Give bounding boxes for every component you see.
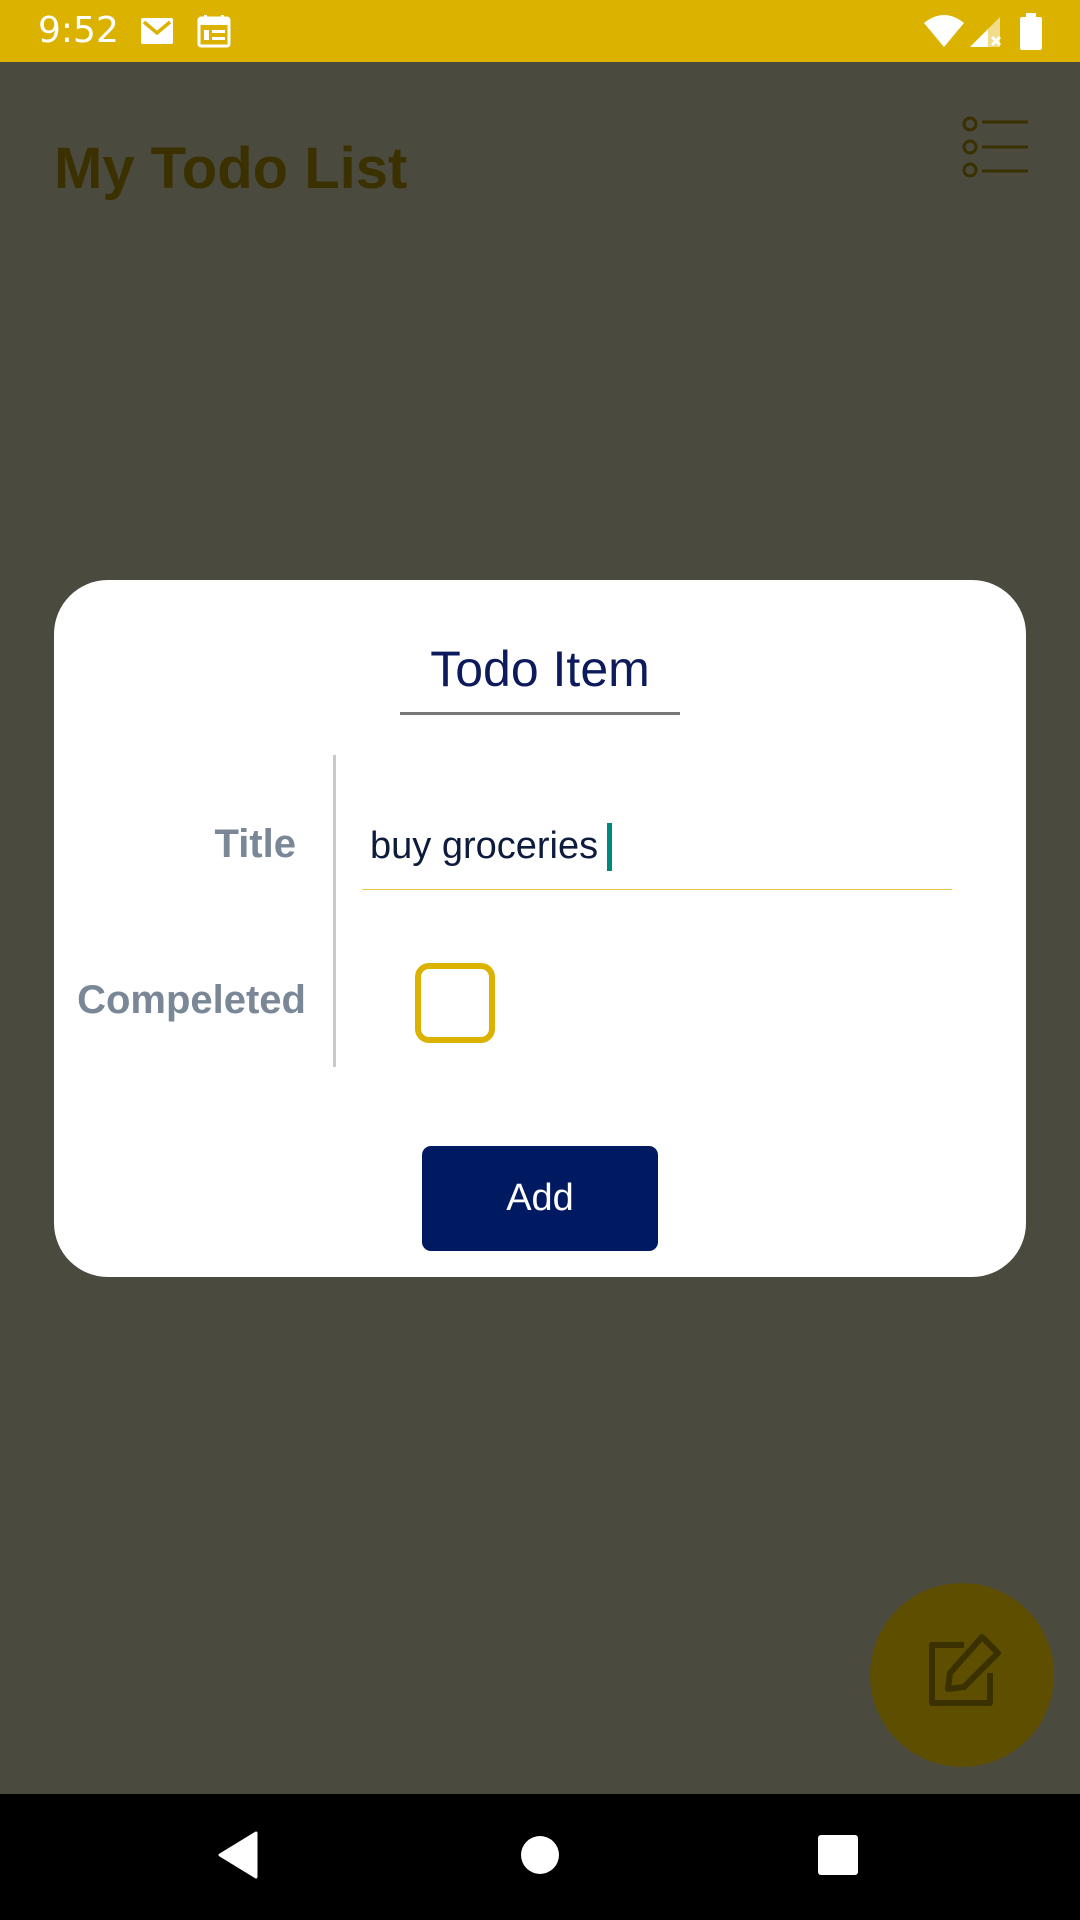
home-icon: [520, 1835, 560, 1880]
navigation-bar: [0, 1794, 1080, 1920]
wifi-icon: [922, 13, 966, 54]
recents-icon: [817, 1834, 859, 1881]
home-button[interactable]: [480, 1794, 600, 1920]
text-cursor: [607, 822, 613, 871]
page-title: My Todo List: [54, 136, 408, 201]
battery-icon: [1018, 13, 1044, 56]
add-button[interactable]: Add: [422, 1146, 658, 1251]
title-input[interactable]: buy groceries: [362, 804, 952, 890]
gmail-icon: [139, 13, 175, 54]
dialog-title-underline: [400, 712, 680, 715]
completed-checkbox[interactable]: [415, 963, 495, 1043]
edit-icon: [920, 1631, 1004, 1720]
todo-item-dialog: Todo Item Title buy groceries Compeleted…: [54, 580, 1026, 1277]
status-time: 9:52: [38, 10, 119, 51]
cell-signal-icon: [968, 13, 1004, 54]
list-icon[interactable]: [960, 112, 1030, 182]
add-todo-fab[interactable]: [870, 1583, 1054, 1767]
recents-button[interactable]: [778, 1794, 898, 1920]
dialog-title: Todo Item: [430, 641, 650, 697]
form-divider: [333, 755, 336, 1067]
back-icon: [216, 1831, 260, 1884]
back-button[interactable]: [178, 1794, 298, 1920]
status-bar: 9:52: [0, 0, 1080, 62]
title-label: Title: [214, 822, 296, 866]
calendar-icon: [196, 13, 232, 54]
completed-label: Compeleted: [77, 978, 306, 1022]
title-input-value[interactable]: buy groceries: [370, 825, 598, 868]
